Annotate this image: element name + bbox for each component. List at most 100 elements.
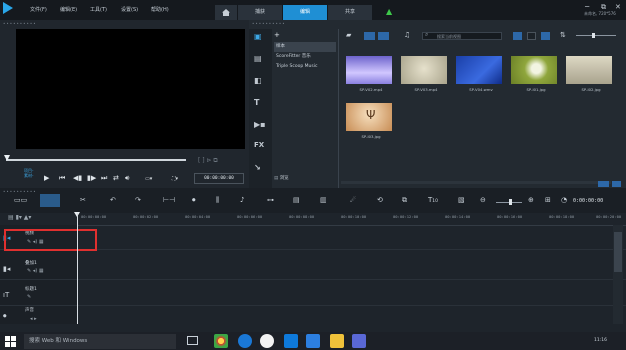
- track-tools-icon[interactable]: ✎: [27, 294, 31, 300]
- playhead-line[interactable]: [77, 213, 78, 324]
- title-edit-icon[interactable]: T₁₀: [428, 196, 438, 204]
- previous-frame-icon[interactable]: ◀▮: [73, 174, 82, 182]
- filter-icon[interactable]: FX: [254, 141, 264, 149]
- thumbnail-size-slider[interactable]: [576, 35, 616, 36]
- chrome-icon[interactable]: [214, 334, 228, 348]
- close-button[interactable]: ✕: [615, 3, 621, 11]
- timeline-view-icon[interactable]: [40, 194, 60, 207]
- video-editor-app-icon[interactable]: [306, 334, 320, 348]
- hd-preview-icon[interactable]: ▭▾: [145, 176, 152, 182]
- zoom-out-icon[interactable]: ⊖: [480, 196, 486, 204]
- mask-icon[interactable]: ▧: [458, 196, 465, 204]
- browser-icon[interactable]: [284, 334, 298, 348]
- title-icon[interactable]: T: [254, 98, 259, 107]
- menu-settings[interactable]: 设置(S): [121, 6, 138, 13]
- instant-project-icon[interactable]: ▤: [254, 54, 262, 63]
- trim-markers[interactable]: [ ] ⊳ ⧉: [198, 157, 218, 165]
- menu-tools[interactable]: 工具(T): [90, 6, 107, 13]
- thumbnail-view-icon[interactable]: [541, 32, 550, 40]
- grid-view-icon[interactable]: [527, 32, 536, 40]
- volume-icon[interactable]: 🔊︎: [125, 174, 129, 183]
- import-folder-icon[interactable]: ▰: [346, 31, 351, 39]
- toolbar-options-icon[interactable]: ✂: [80, 196, 86, 204]
- title-track[interactable]: ıT 标题1 ✎: [0, 285, 626, 306]
- graphic-icon[interactable]: ▶▪: [254, 120, 266, 129]
- app-icon[interactable]: [352, 334, 366, 348]
- track-manager-icon[interactable]: ▤ ▮▾ ▲▾: [8, 214, 31, 221]
- play-icon[interactable]: ▶: [44, 174, 49, 182]
- file-explorer-icon[interactable]: [330, 334, 344, 348]
- scrubber-bar[interactable]: [6, 159, 186, 161]
- windows-start-icon[interactable]: [5, 336, 16, 347]
- subtitle-editor-icon[interactable]: ▤: [293, 196, 300, 204]
- library-thumbnail[interactable]: SP-I02.jpg: [566, 56, 616, 92]
- taskbar-search-box[interactable]: 搜索 Web 和 Windows: [24, 334, 176, 349]
- path-icon[interactable]: ↘: [254, 163, 261, 172]
- sort-icon[interactable]: ⇅: [560, 31, 566, 39]
- track-nav-icon[interactable]: ◂ ▸: [30, 316, 37, 322]
- library-options-icon[interactable]: [598, 181, 609, 187]
- magic-motion-icon[interactable]: ☄: [350, 196, 356, 204]
- repeat-clip-icon[interactable]: ⟲: [377, 196, 383, 204]
- redo-icon[interactable]: ↷: [135, 196, 141, 204]
- zoom-knob[interactable]: [509, 199, 512, 205]
- scrubber-knob[interactable]: [4, 155, 10, 161]
- ie-icon[interactable]: [238, 334, 252, 348]
- timeline-ruler[interactable]: 00:00:00:00 00:00:02:00 00:00:04:00 00:0…: [75, 213, 626, 226]
- home-tab[interactable]: [215, 5, 237, 20]
- media-icon[interactable]: ▣: [254, 32, 262, 41]
- multi-trim-icon[interactable]: ▥: [320, 196, 327, 204]
- overlay-track[interactable]: ▮◂ 叠加1 ✎ ◂) ▦: [0, 259, 626, 280]
- record-icon[interactable]: ⏺: [192, 196, 196, 205]
- menu-file[interactable]: 文件(F): [30, 6, 47, 13]
- enlarge-icon[interactable]: ⛶▾: [172, 176, 178, 182]
- thumbnail-size-knob[interactable]: [592, 33, 595, 38]
- voice-track[interactable]: ⏺ 声音 ◂ ▸: [0, 306, 626, 326]
- minimize-button[interactable]: ─: [585, 3, 589, 11]
- library-thumbnail[interactable]: SP-I01.jpg: [511, 56, 561, 92]
- motion-tracking-icon[interactable]: ⊶: [267, 196, 274, 204]
- browse-button[interactable]: ▤ 浏览: [274, 175, 289, 181]
- library-thumbnail[interactable]: SP-V03.mp4: [401, 56, 451, 92]
- tab-share[interactable]: 共享: [328, 5, 372, 20]
- split-screen-icon[interactable]: ⧉: [402, 196, 407, 205]
- upload-arrow-icon[interactable]: ▲: [386, 7, 392, 16]
- fit-project-icon[interactable]: ⊞: [545, 196, 551, 204]
- list-view-icon[interactable]: [513, 32, 522, 40]
- transition-icon[interactable]: ◧: [254, 76, 262, 85]
- next-frame-icon[interactable]: ▮▶: [87, 174, 96, 182]
- track-tools-icon[interactable]: ✎ ◂) ▦: [27, 268, 44, 274]
- go-to-start-icon[interactable]: ⏮: [59, 174, 65, 183]
- menu-help[interactable]: 帮助(H): [151, 6, 169, 13]
- mode-selector[interactable]: 项目- 素材-: [24, 168, 33, 178]
- library-search-input[interactable]: 搜索当前视图: [422, 32, 502, 40]
- add-category-button[interactable]: +: [274, 31, 280, 39]
- show-photo-icon[interactable]: [378, 32, 389, 40]
- fit-timeline-icon[interactable]: ⊢⊣: [163, 196, 175, 204]
- tab-capture[interactable]: 捕获: [238, 5, 282, 20]
- category-item[interactable]: 样本: [274, 42, 336, 52]
- auto-music-icon[interactable]: ♪: [240, 196, 244, 204]
- storyboard-view-icon[interactable]: ▭▭: [14, 196, 27, 204]
- category-item[interactable]: ScoreFitter 音乐: [274, 52, 336, 62]
- undo-icon[interactable]: ↶: [110, 196, 116, 204]
- category-item[interactable]: Triple Scoop Music: [274, 62, 336, 72]
- sound-mixer-icon[interactable]: ⫼: [216, 196, 219, 205]
- library-thumbnail[interactable]: SP-V04.wmv: [456, 56, 506, 92]
- library-horizontal-scrollbar[interactable]: [341, 181, 611, 184]
- library-panel-toggle-icon[interactable]: [612, 181, 621, 187]
- menu-edit[interactable]: 编辑(E): [60, 6, 77, 13]
- go-to-end-icon[interactable]: ⏭: [101, 174, 107, 183]
- player-timecode[interactable]: 00:00:00:00: [194, 173, 244, 184]
- repeat-icon[interactable]: ⇄: [113, 174, 119, 182]
- zoom-in-icon[interactable]: ⊕: [528, 196, 534, 204]
- show-audio-icon[interactable]: ♫: [404, 31, 410, 39]
- timeline-scroll-thumb[interactable]: [614, 232, 622, 272]
- clock-icon[interactable]: ◔: [561, 196, 567, 204]
- edge-icon[interactable]: [260, 334, 274, 348]
- show-video-icon[interactable]: [364, 32, 375, 40]
- tab-edit[interactable]: 编辑: [283, 5, 327, 20]
- library-thumbnail[interactable]: SP-V02.mp4: [346, 56, 396, 92]
- task-view-icon[interactable]: [187, 336, 198, 345]
- timeline-timecode[interactable]: 0:00:00:00: [573, 198, 603, 204]
